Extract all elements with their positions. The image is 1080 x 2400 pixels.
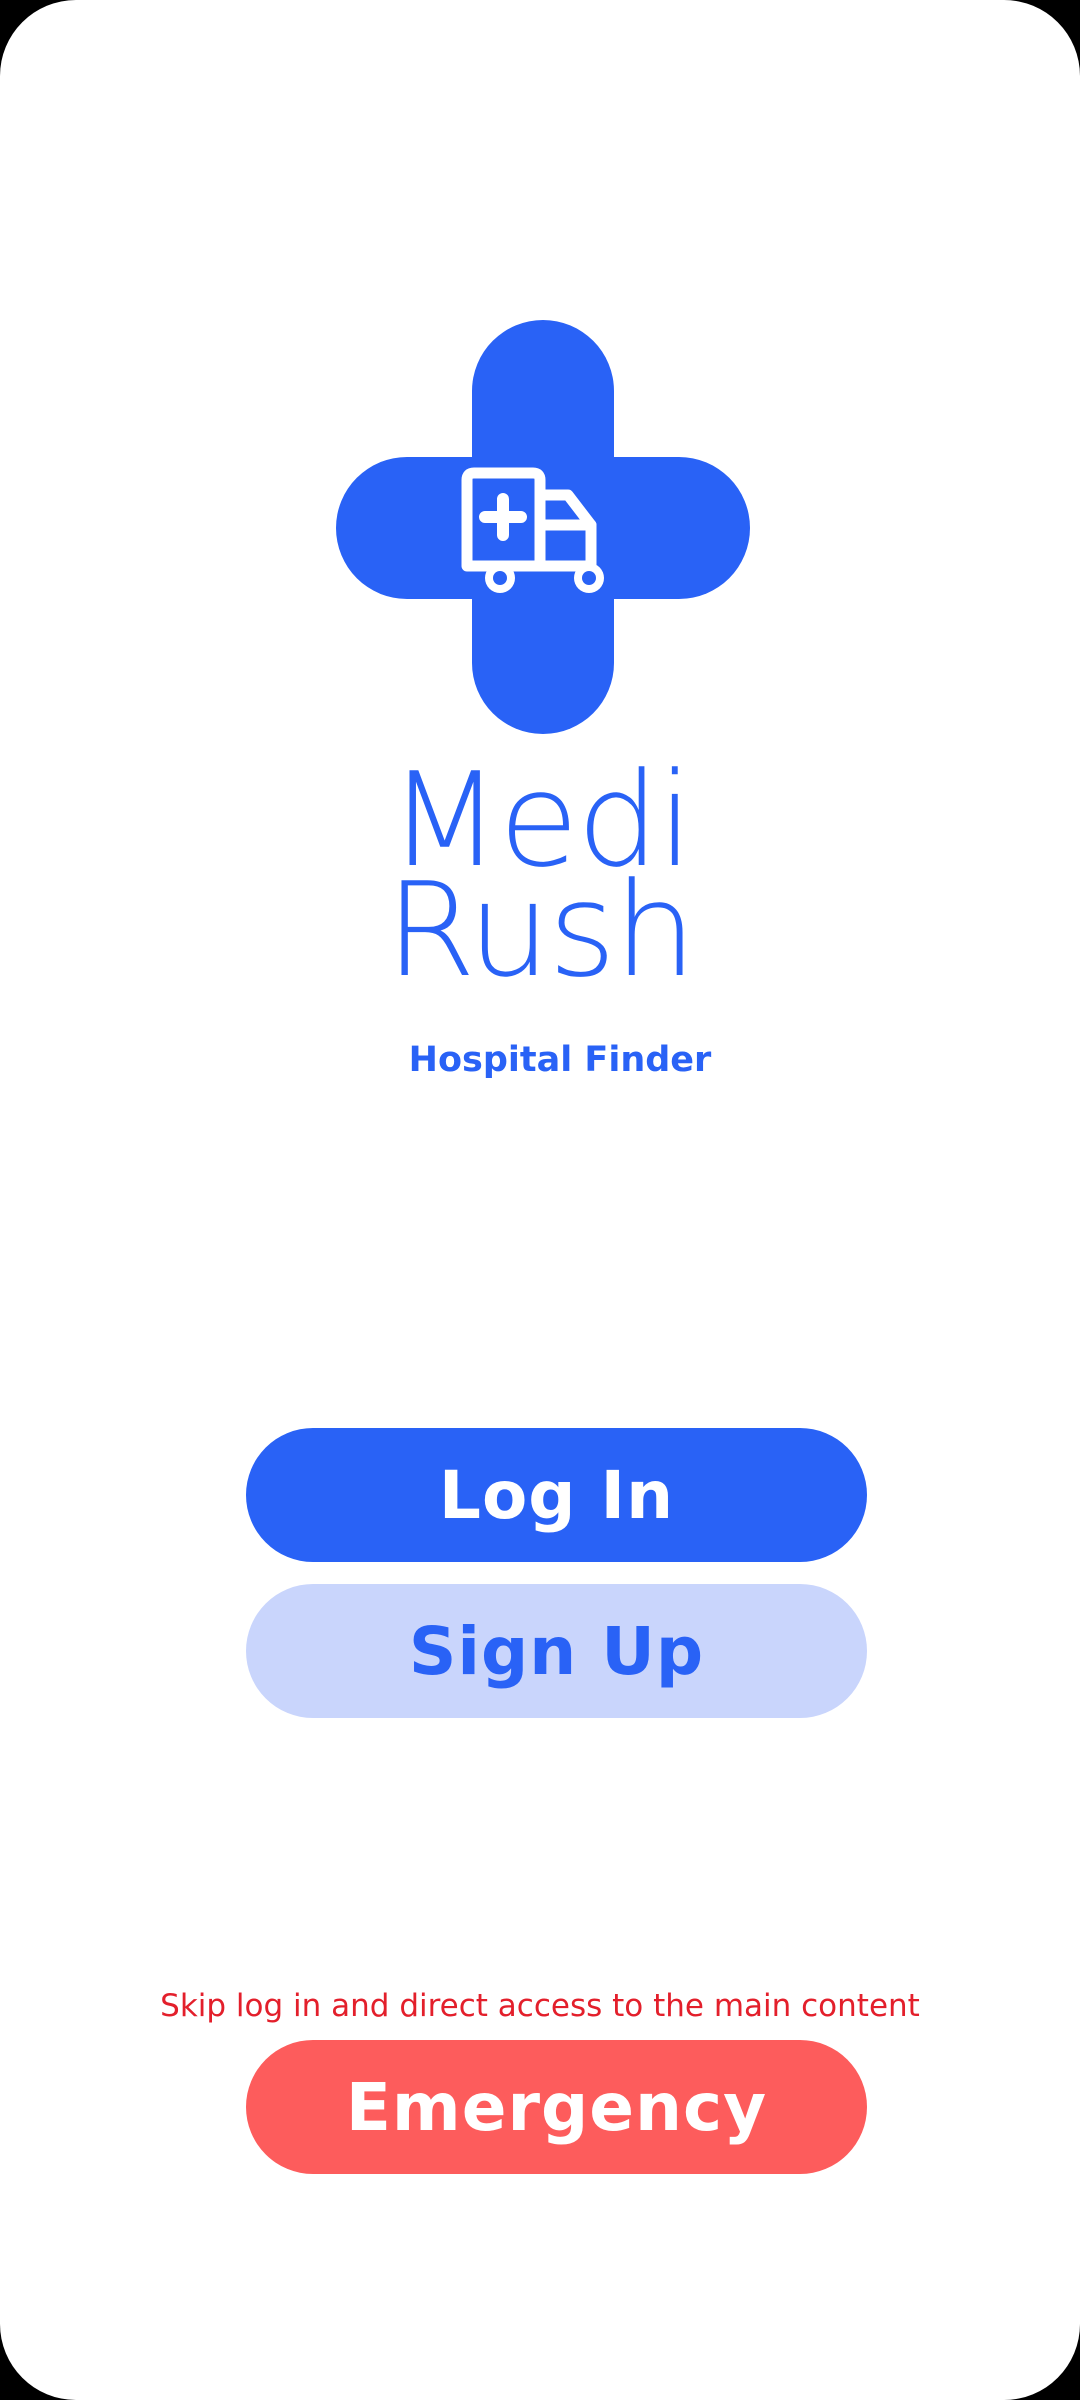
app-tagline: Hospital Finder bbox=[408, 1040, 712, 1080]
emergency-button[interactable]: Emergency bbox=[246, 2040, 867, 2174]
signup-button[interactable]: Sign Up bbox=[246, 1584, 867, 1718]
welcome-screen: Medi Rush Hospital Finder Log In Sign Up… bbox=[0, 0, 1080, 2400]
skip-login-note: Skip log in and direct access to the mai… bbox=[160, 1988, 920, 2024]
app-name-line2: Rush bbox=[385, 854, 696, 1006]
plus-cross-icon bbox=[336, 320, 750, 734]
app-logo bbox=[336, 320, 750, 734]
login-button[interactable]: Log In bbox=[246, 1428, 867, 1562]
